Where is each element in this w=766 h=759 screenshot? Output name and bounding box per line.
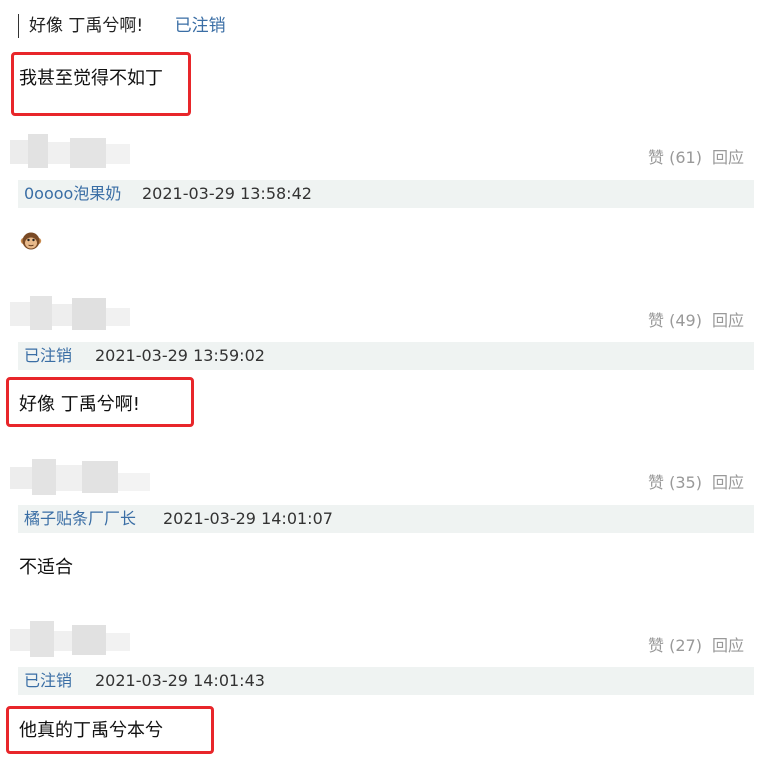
quoted-username-link[interactable]: 已注销 [175, 16, 226, 36]
comment-content: 不适合 [19, 557, 73, 578]
comment-meta: 已注销 2021-03-29 13:59:02 [18, 342, 754, 370]
timestamp: 2021-03-29 14:01:07 [163, 509, 333, 528]
reply-button[interactable]: 回应 [712, 311, 744, 331]
like-button[interactable]: 赞 (27) [648, 636, 702, 656]
avatar[interactable] [10, 621, 130, 657]
avatar[interactable] [10, 296, 130, 330]
avatar[interactable] [10, 459, 150, 495]
monkey-emoji-icon [20, 232, 42, 250]
comment-meta: 0oooo泡果奶 2021-03-29 13:58:42 [18, 180, 754, 208]
quoted-text: 好像 丁禹兮啊! [29, 16, 144, 36]
like-button[interactable]: 赞 (61) [648, 148, 702, 168]
like-button[interactable]: 赞 (49) [648, 311, 702, 331]
username-link[interactable]: 已注销 [24, 667, 72, 695]
comment-meta: 已注销 2021-03-29 14:01:43 [18, 667, 754, 695]
username-link[interactable]: 0oooo泡果奶 [24, 180, 121, 208]
like-button[interactable]: 赞 (35) [648, 473, 702, 493]
red-highlight-box [6, 377, 194, 427]
reply-button[interactable]: 回应 [712, 473, 744, 493]
red-highlight-box [11, 52, 191, 116]
timestamp: 2021-03-29 13:58:42 [142, 184, 312, 203]
timestamp: 2021-03-29 13:59:02 [95, 346, 265, 365]
reply-button[interactable]: 回应 [712, 148, 744, 168]
red-highlight-box [6, 706, 214, 754]
comment-meta: 橘子贴条厂厂长 2021-03-29 14:01:07 [18, 505, 754, 533]
timestamp: 2021-03-29 14:01:43 [95, 671, 265, 690]
username-link[interactable]: 已注销 [24, 342, 72, 370]
username-link[interactable]: 橘子贴条厂厂长 [24, 505, 136, 533]
quoted-reply: 好像 丁禹兮啊! 已注销 [18, 14, 226, 38]
avatar[interactable] [10, 134, 130, 168]
reply-button[interactable]: 回应 [712, 636, 744, 656]
